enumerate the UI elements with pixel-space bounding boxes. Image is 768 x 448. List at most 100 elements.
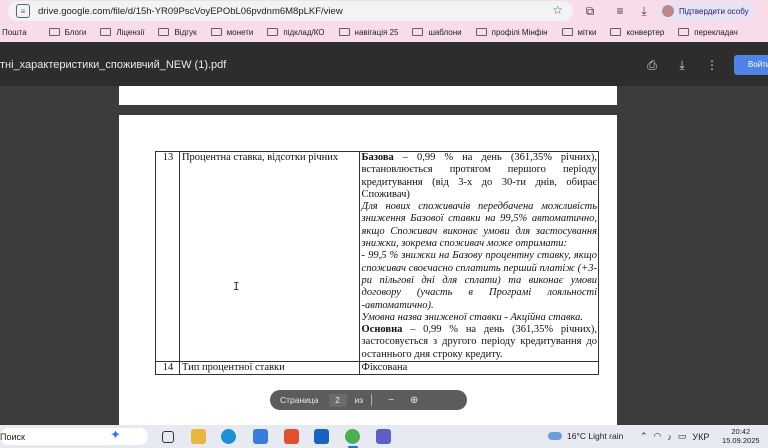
bookmark-label: Відгук [174, 27, 197, 37]
page-number-input[interactable]: 2 [328, 393, 347, 407]
bookmark-label: монети [226, 27, 254, 37]
row-name: Тип процентної ставки [178, 361, 360, 376]
edge-icon[interactable] [221, 429, 236, 444]
main-rate-label: Основна [361, 324, 403, 336]
folder-icon [158, 28, 170, 36]
clock-date: 15.09.2025 [722, 436, 760, 445]
zoom-out-icon[interactable]: − [388, 395, 394, 406]
login-button[interactable]: Войти [734, 55, 768, 75]
page-navigation: Страница 2 из − ⊕ [270, 390, 467, 410]
discount-condition: - 99,5 % знижки на Базову процентну став… [361, 250, 597, 311]
row-name: Процентна ставка, відсотки річних [178, 150, 360, 363]
bookmark-label: профілі Мінфін [491, 27, 548, 37]
folder-icon [678, 28, 690, 36]
main-rate-paragraph: Основна – 0,99 % на день (361,35% річних… [362, 324, 597, 361]
chevron-up-icon[interactable]: ⌃ [640, 431, 648, 442]
row-number: 14 [155, 361, 180, 376]
language-indicator[interactable]: УКР [692, 432, 709, 442]
base-rate-paragraph: Базова – 0,99 % на день (361,35% річних)… [362, 152, 597, 201]
volume-icon[interactable]: ♪ [667, 432, 672, 442]
pdf-page: 13 Процентна ставка, відсотки річних Баз… [119, 115, 617, 425]
bookmark-item[interactable]: підклад/КО [267, 27, 325, 37]
bookmark-star-icon[interactable]: ☆ [552, 3, 563, 17]
folder-icon [412, 28, 424, 36]
address-bar[interactable]: ≡ drive.google.com/file/d/15h-YR09PscVoy… [8, 1, 573, 21]
weather-text: 16°C Light rain [567, 431, 624, 441]
bookmark-label: шаблони [428, 27, 462, 37]
extensions-icon[interactable]: ⧉ [582, 3, 598, 19]
page-label: Страница [280, 395, 319, 405]
battery-icon[interactable]: ▭ [678, 431, 687, 442]
task-view-icon[interactable] [162, 431, 174, 443]
table-row: 14 Тип процентної ставки Фіксована [155, 361, 600, 376]
taskbar: Поиск ✦ 16°C Light rain ⌃ ◠ ♪ ▭ УКР 20:4… [0, 425, 768, 448]
file-explorer-icon[interactable] [191, 429, 206, 444]
base-rate-text: – 0,99 % на день (361,35% річних), встан… [361, 152, 597, 200]
bookmark-label: навігація 25 [354, 27, 399, 37]
folder-icon [338, 28, 350, 36]
bookmark-item[interactable]: навігація 25 [338, 27, 399, 37]
bookmark-item[interactable]: профілі Мінфін [475, 27, 548, 37]
divider [371, 394, 373, 406]
url-text: drive.google.com/file/d/15h-YR09PscVoyEP… [38, 5, 343, 17]
previous-page [119, 86, 617, 105]
bookmark-item[interactable]: конвертер [610, 28, 664, 37]
bookmark-item[interactable]: Відгук [158, 27, 197, 37]
folder-icon [100, 28, 112, 36]
bookmark-label: Блоги [64, 27, 87, 37]
row-value: Фіксована [358, 361, 600, 376]
chrome-icon[interactable] [345, 429, 360, 444]
bookmark-label: конвертер [626, 27, 665, 37]
media-control-icon[interactable]: ≡ [612, 3, 628, 19]
base-rate-label: Базова [361, 152, 394, 163]
folder-icon [610, 28, 622, 36]
copilot-icon[interactable]: ✦ [110, 427, 121, 443]
bookmark-label: Пошта [2, 27, 27, 37]
site-info-icon[interactable]: ≡ [16, 4, 30, 18]
bookmark-item[interactable]: Ліцензії [100, 28, 144, 37]
avatar [662, 5, 674, 17]
zoom-in-icon[interactable]: ⊕ [410, 395, 418, 406]
teams-icon[interactable] [376, 429, 391, 444]
profile-label: Підтвердити особу [679, 6, 749, 16]
table-row: 13 Процентна ставка, відсотки річних Баз… [155, 150, 600, 363]
bookmark-label: мітки [577, 27, 597, 37]
folder-icon [561, 28, 573, 36]
system-tray: ⌃ ◠ ♪ ▭ УКР [640, 431, 709, 442]
weather-widget[interactable]: 16°C Light rain [548, 431, 623, 441]
bookmarks-bar: Пошта Блоги Ліцензії Відгук монети підкл… [0, 22, 768, 42]
outlook-icon[interactable] [314, 429, 329, 444]
discount-paragraph: Для нових споживачів передбачена можливі… [361, 201, 597, 250]
taskbar-search[interactable]: Поиск [0, 428, 148, 445]
folder-icon [210, 28, 222, 36]
network-icon[interactable]: ◠ [654, 431, 662, 442]
folder-icon [267, 28, 279, 36]
pdf-viewer-header: тні_характеристики_споживчий_NEW (1).pdf… [0, 42, 768, 86]
bookmark-label: перекладач [694, 27, 738, 37]
text-cursor-icon: I [233, 280, 240, 293]
bookmark-label: Ліцензії [116, 27, 145, 37]
bookmark-item[interactable]: шаблони [412, 27, 462, 37]
bookmark-item[interactable]: Блоги [48, 27, 87, 37]
download-icon[interactable]: ⤓ [675, 58, 689, 72]
print-icon[interactable]: ⎙ [645, 58, 659, 72]
search-placeholder: Поиск [0, 431, 25, 442]
folder-icon [48, 28, 60, 36]
download-icon[interactable]: ⤓ [636, 3, 652, 19]
characteristics-table: 13 Процентна ставка, відсотки річних Баз… [155, 150, 600, 376]
bookmark-label: підклад/КО [283, 27, 325, 37]
bookmark-item[interactable]: перекладач [678, 28, 738, 37]
profile-button[interactable]: Підтвердити особу [658, 2, 755, 20]
more-options-icon[interactable]: ⋮ [705, 58, 719, 72]
browser-toolbar: ≡ drive.google.com/file/d/15h-YR09PscVoy… [0, 0, 768, 22]
store-icon[interactable] [253, 429, 268, 444]
bookmark-item[interactable]: Пошта [2, 28, 27, 37]
row-value: Базова – 0,99 % на день (361,35% річних)… [358, 150, 600, 363]
row-number: 13 [155, 150, 180, 363]
bookmark-item[interactable]: мітки [561, 27, 597, 37]
clock-time: 20:42 [731, 427, 751, 436]
cloud-icon [548, 432, 562, 440]
office-icon[interactable] [284, 429, 299, 444]
clock[interactable]: 20:42 15.09.2025 [722, 427, 760, 445]
bookmark-item[interactable]: монети [210, 27, 254, 37]
